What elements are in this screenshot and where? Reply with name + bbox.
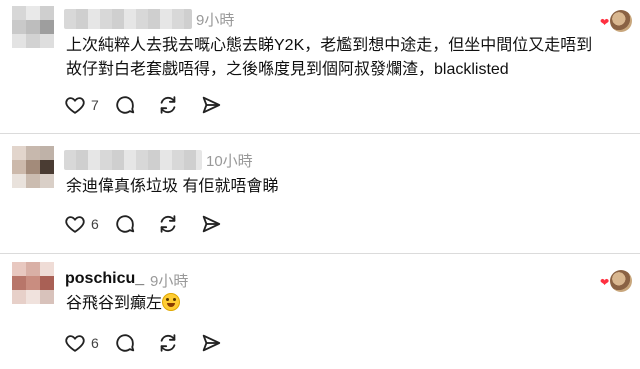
small-heart-icon: ❤ (600, 277, 610, 289)
comment-text: 上次純粹人去我去嘅心態去睇Y2K，老尷到想中途走，但坐中間位又走唔到 故仔對白老… (66, 34, 592, 82)
action-bar: 7 (64, 93, 243, 117)
reply-button[interactable] (114, 213, 136, 235)
avatar[interactable] (12, 262, 54, 304)
repost-icon (160, 96, 176, 114)
action-bar: 6 (64, 212, 243, 236)
small-heart-icon: ❤ (600, 17, 610, 29)
reply-icon (116, 215, 134, 233)
comment-1: 9小時 ❤ 上次純粹人去我去嘅心態去睇Y2K，老尷到想中途走，但坐中間位又走唔到… (0, 0, 640, 128)
share-icon (202, 334, 220, 352)
share-button[interactable] (200, 332, 222, 354)
share-button[interactable] (200, 213, 222, 235)
like-count: 6 (91, 335, 99, 351)
like-button[interactable]: 6 (64, 332, 99, 354)
reply-icon (116, 334, 134, 352)
reply-button[interactable] (114, 94, 136, 116)
rolling-on-floor-laughing-emoji (162, 293, 181, 311)
author-liked-badge: ❤ (600, 10, 636, 34)
repost-button[interactable] (157, 94, 179, 116)
repost-button[interactable] (157, 332, 179, 354)
like-button[interactable]: 6 (64, 213, 99, 235)
like-button[interactable]: 7 (64, 94, 99, 116)
repost-button[interactable] (157, 213, 179, 235)
repost-icon (160, 334, 176, 352)
avatar[interactable] (12, 146, 54, 188)
comment-text-line: 余迪偉真係垃圾 有佢就唔會睇 (66, 178, 279, 195)
username[interactable]: poschicu_ (65, 270, 144, 288)
action-bar: 6 (64, 331, 243, 355)
like-count: 7 (91, 97, 99, 113)
comment-text-line: 故仔對白老套戲唔得，之後喺度見到個阿叔發爛渣，blacklisted (66, 61, 509, 78)
heart-icon (65, 335, 85, 352)
comment-time[interactable]: 9小時 (196, 9, 234, 30)
comment-text: 余迪偉真係垃圾 有佢就唔會睇 (66, 175, 278, 199)
heart-icon (65, 216, 85, 233)
share-icon (202, 96, 220, 114)
author-avatar (610, 270, 632, 292)
avatar[interactable] (12, 6, 54, 48)
repost-icon (160, 215, 176, 233)
comment-2: 10小時 余迪偉真係垃圾 有佢就唔會睇 6 (0, 134, 640, 254)
comment-text-line: 上次純粹人去我去嘅心態去睇Y2K，老尷到想中途走，但坐中間位又走唔到 (66, 37, 593, 54)
share-button[interactable] (200, 94, 222, 116)
reply-icon (116, 96, 134, 114)
username-blurred[interactable] (64, 150, 202, 170)
like-count: 6 (91, 216, 99, 232)
reply-button[interactable] (114, 332, 136, 354)
comment-text-line: 谷飛谷到癲左 (66, 295, 163, 312)
username-blurred[interactable] (64, 9, 192, 29)
heart-icon (65, 97, 85, 114)
comment-time[interactable]: 9小時 (150, 270, 188, 291)
author-avatar (610, 10, 632, 32)
author-liked-badge: ❤ (600, 270, 636, 294)
comment-time[interactable]: 10小時 (206, 150, 253, 171)
comment-3: poschicu_ 9小時 ❤ 谷飛谷到癲左 6 (0, 254, 640, 369)
comment-text: 谷飛谷到癲左 (66, 292, 181, 316)
share-icon (202, 215, 220, 233)
